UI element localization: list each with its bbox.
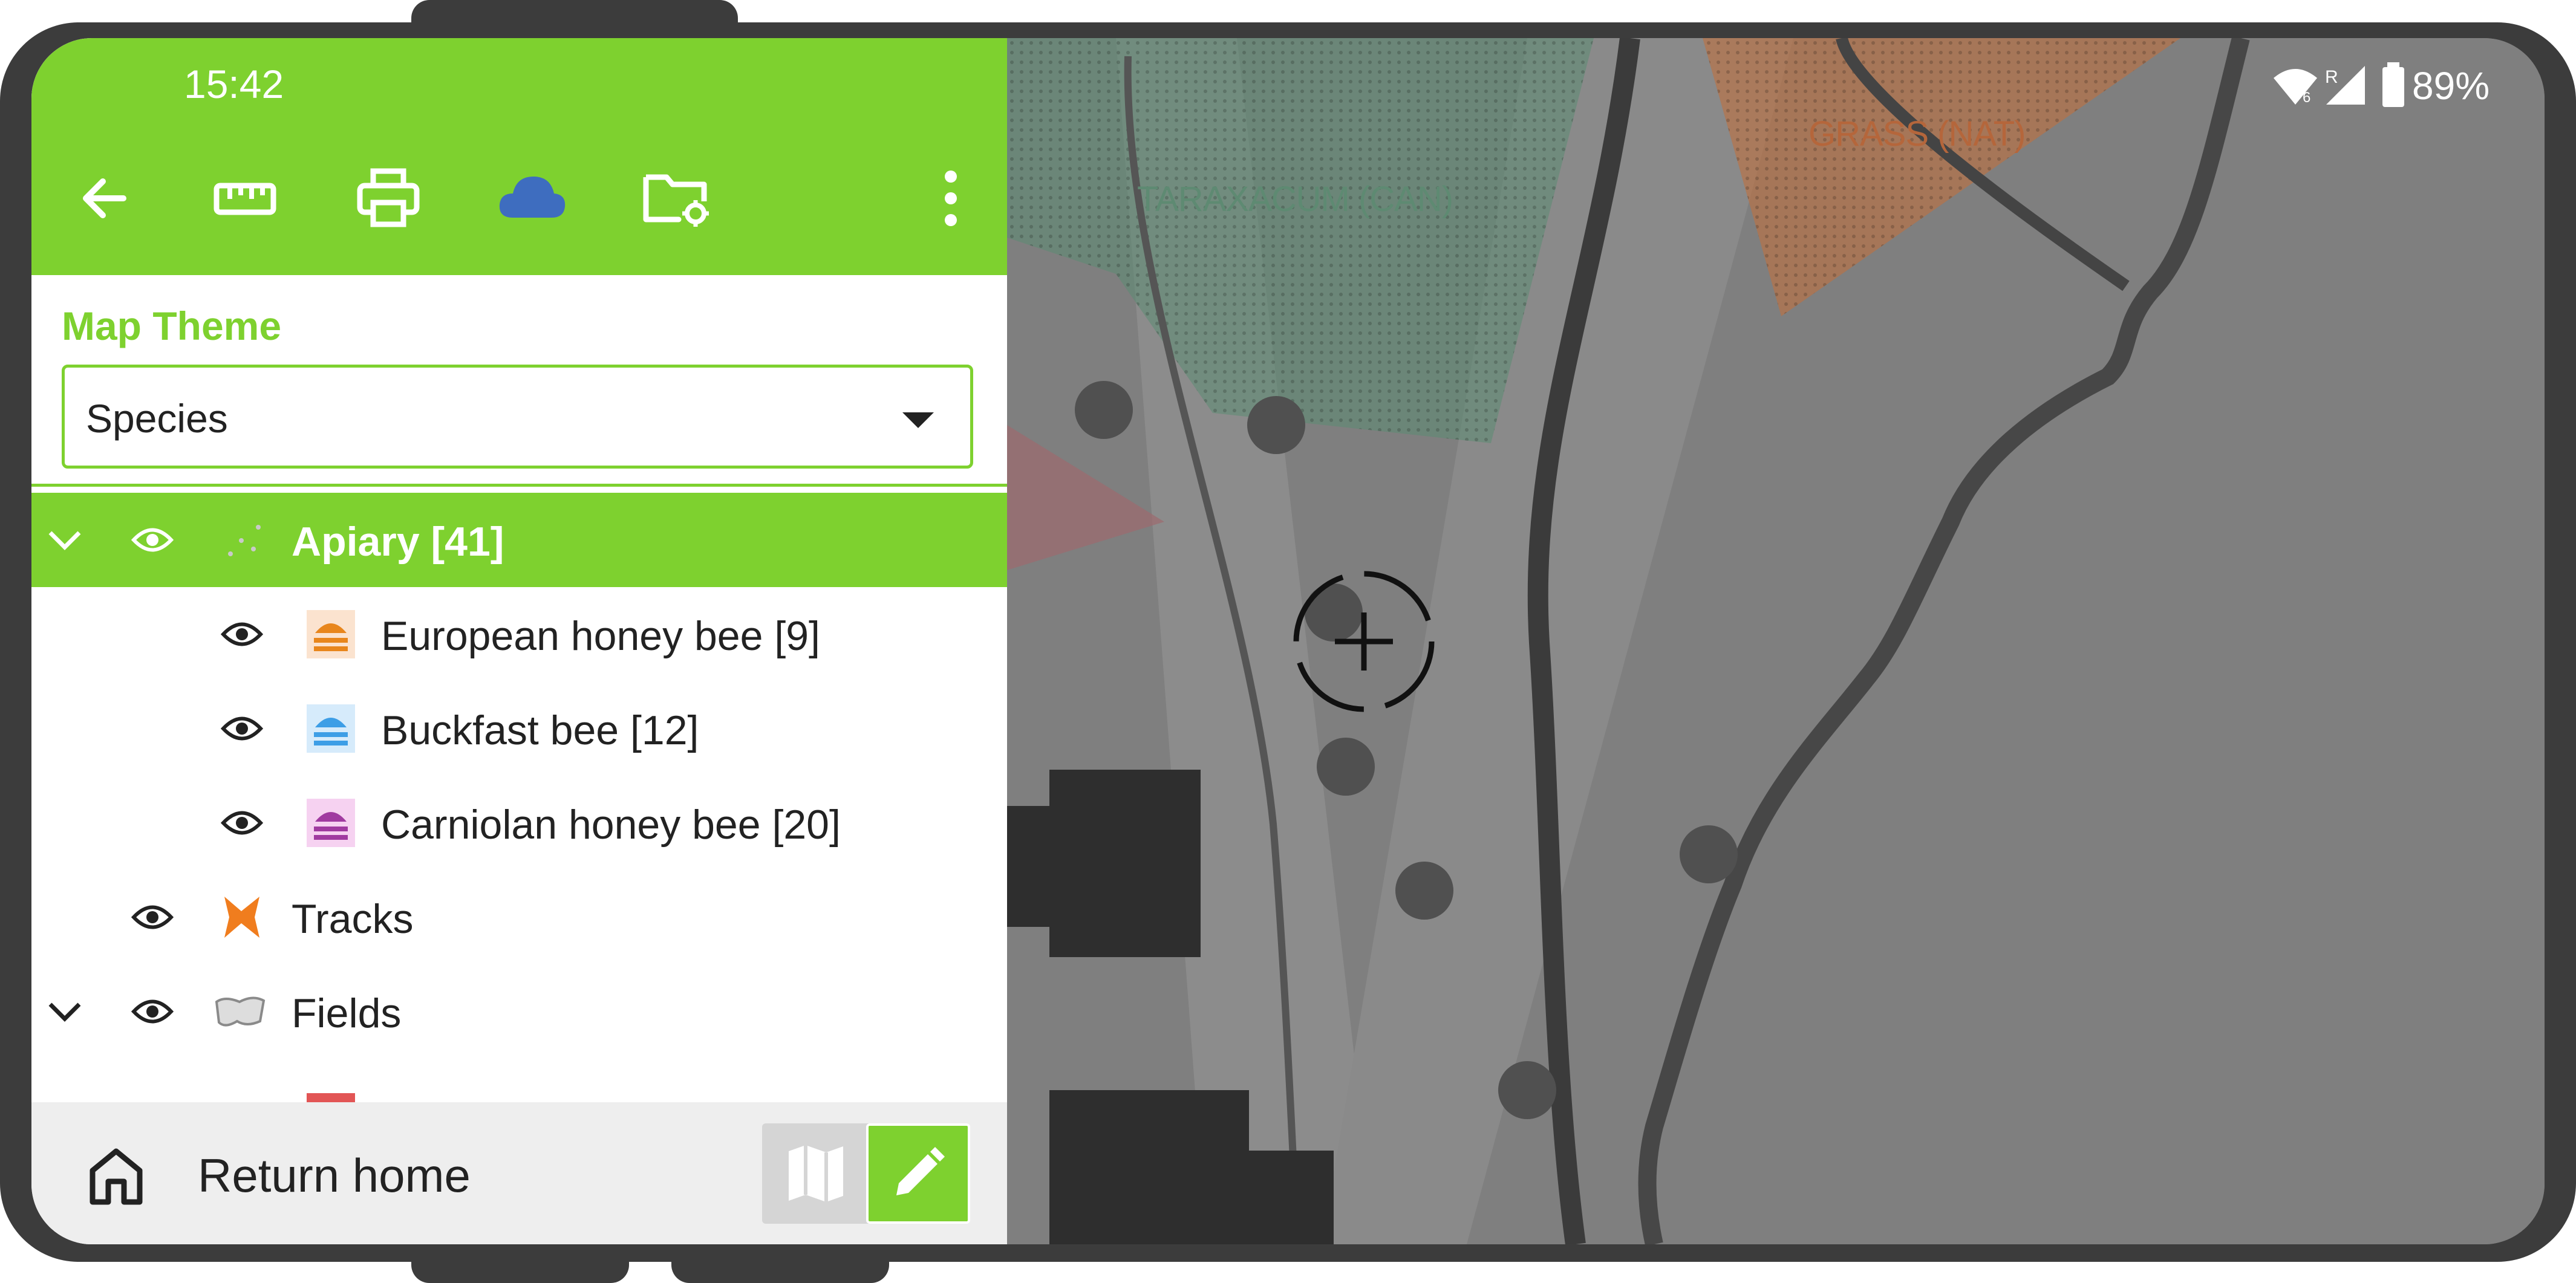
- layer-label: European honey bee [9]: [381, 613, 820, 659]
- visibility-eye-icon[interactable]: [128, 516, 177, 564]
- layer-row-buckfast-bee[interactable]: Buckfast bee [12]: [31, 681, 1007, 776]
- layer-label: Tracks: [292, 896, 414, 942]
- wifi-icon: 6: [2271, 62, 2320, 111]
- apiary-point: [1075, 381, 1133, 439]
- layer-row-fields[interactable]: Fields: [31, 964, 1007, 1059]
- layer-row-carniolan-honey-bee[interactable]: Carniolan honey bee [20]: [31, 776, 1007, 870]
- layer-panel: 15:42 Map Theme Species Apiary [41] Euro…: [31, 38, 1007, 1244]
- visibility-eye-icon[interactable]: [218, 610, 266, 658]
- back-button[interactable]: [59, 153, 149, 244]
- polygon-layer-icon: [213, 987, 267, 1036]
- printer-icon: [357, 168, 420, 227]
- map-theme-select[interactable]: Species: [62, 365, 973, 469]
- crosshair-icon: [1293, 571, 1435, 712]
- layer-label: Buckfast bee [12]: [381, 707, 699, 753]
- svg-text:R: R: [2325, 67, 2338, 87]
- return-home-label[interactable]: Return home: [198, 1148, 471, 1203]
- layer-row-apiary[interactable]: Apiary [41]: [31, 493, 1007, 587]
- map-label-grass: GRASS (NAT): [1808, 114, 2026, 154]
- print-button[interactable]: [343, 153, 434, 244]
- visibility-eye-icon[interactable]: [128, 987, 177, 1036]
- browse-mode-button[interactable]: [762, 1123, 870, 1224]
- status-time: 15:42: [184, 62, 284, 106]
- device-screen: GRASS (NAT) TARAXACUM (CAN) 6 R 89% 15:4…: [31, 38, 2545, 1244]
- hive-symbol-icon: [307, 610, 355, 658]
- layer-row-tracks[interactable]: Tracks: [31, 870, 1007, 964]
- visibility-eye-icon[interactable]: [218, 799, 266, 847]
- measure-button[interactable]: [200, 153, 290, 244]
- map-label-taraxacum: TARAXACUM (CAN): [1137, 180, 1453, 219]
- map-theme-label: Map Theme: [62, 304, 282, 348]
- signal-icon: R: [2323, 61, 2371, 109]
- pencil-icon: [896, 1147, 945, 1195]
- apiary-point: [1498, 1061, 1556, 1119]
- apiary-point: [1317, 738, 1375, 796]
- layer-row-european-honey-bee[interactable]: European honey bee [9]: [31, 587, 1007, 681]
- layer-label: Apiary [41]: [292, 519, 504, 565]
- battery-percent: 89%: [2412, 64, 2490, 108]
- visibility-eye-icon[interactable]: [128, 893, 177, 941]
- cloud-button[interactable]: [487, 153, 578, 244]
- home-icon: [90, 1148, 143, 1205]
- svg-text:6: 6: [2303, 89, 2310, 106]
- device-button-bottom-left: [411, 1247, 629, 1283]
- device-button-bottom-right: [671, 1247, 889, 1283]
- cloud-icon: [499, 177, 566, 218]
- chevron-down-icon[interactable]: [41, 516, 89, 564]
- folder-settings-icon: [643, 174, 709, 227]
- hive-symbol-icon: [307, 799, 355, 847]
- more-vert-icon: [945, 171, 957, 226]
- bottom-bar: Return home: [31, 1102, 1007, 1244]
- divider: [31, 484, 1007, 487]
- device-button-top: [411, 0, 738, 36]
- map-icon: [789, 1145, 843, 1202]
- panel-header: 15:42: [31, 38, 1007, 275]
- dropdown-arrow-icon: [902, 412, 934, 428]
- visibility-eye-icon[interactable]: [218, 704, 266, 753]
- apiary-point: [1305, 583, 1363, 642]
- back-arrow-icon: [83, 178, 126, 218]
- map-canvas[interactable]: GRASS (NAT) TARAXACUM (CAN) 6 R 89%: [1007, 38, 2545, 1244]
- chevron-down-icon[interactable]: [41, 987, 89, 1036]
- apiary-point: [1247, 396, 1305, 454]
- digitize-mode-button[interactable]: [866, 1123, 970, 1224]
- return-home-button[interactable]: [83, 1143, 149, 1209]
- project-folder-button[interactable]: [632, 153, 723, 244]
- apiary-point: [1680, 825, 1738, 883]
- hive-symbol-icon: [307, 704, 355, 753]
- point-layer-icon: [220, 516, 269, 564]
- ruler-icon: [214, 183, 276, 215]
- line-layer-icon: [218, 893, 266, 941]
- field-polygon: [1007, 425, 1164, 570]
- layer-label: Carniolan honey bee [20]: [381, 802, 841, 848]
- layer-label: Fields: [292, 990, 402, 1036]
- battery-icon: [2381, 61, 2405, 109]
- more-options-button[interactable]: [921, 153, 981, 244]
- apiary-point: [1395, 862, 1453, 920]
- map-theme-value: Species: [86, 396, 228, 441]
